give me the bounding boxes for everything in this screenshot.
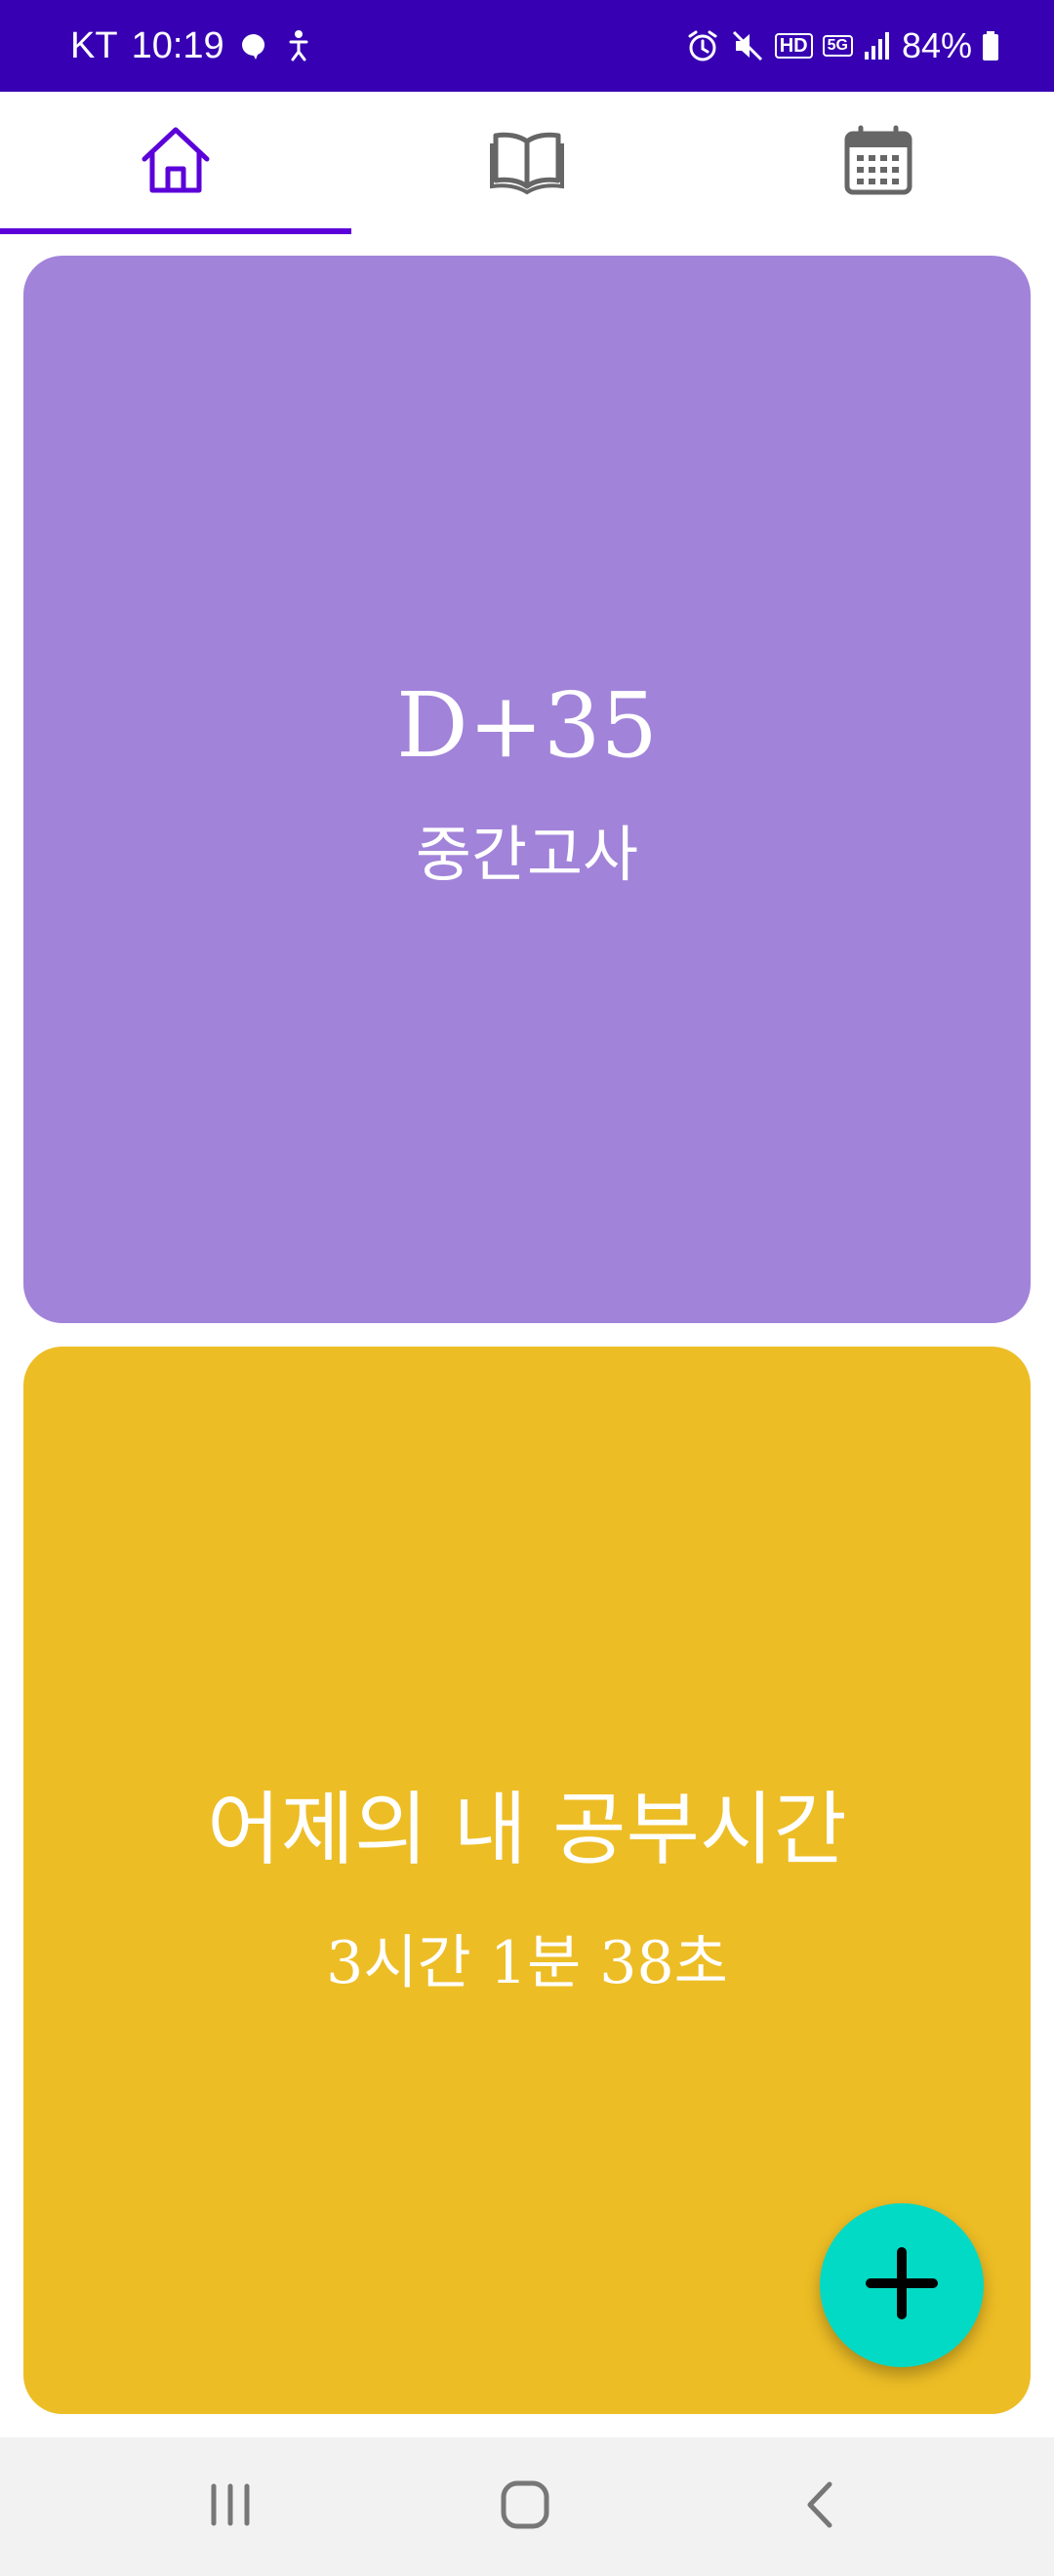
system-nav-bar [0,2437,1054,2576]
back-nav-button[interactable] [742,2437,898,2576]
tab-home[interactable] [0,92,351,234]
status-right: HD 5G 84% [685,0,999,92]
carrier-label: KT [70,24,118,66]
status-bar: KT 10:19 HD 5G 84% [0,0,1054,92]
battery-icon [982,30,999,61]
accessibility-icon [283,28,314,63]
battery-percent: 84% [901,25,972,65]
study-time-value: 3시간 1분 38초 [326,1929,728,1997]
recent-apps-button[interactable] [152,2437,308,2576]
alarm-icon [685,28,720,63]
home-button-icon [499,2478,551,2535]
calendar-icon [839,122,917,204]
messenger-icon [238,30,269,61]
dday-card[interactable]: D+35 중간고사 [23,256,1031,1323]
clock: 10:19 [131,24,224,66]
tab-bar [0,92,1054,234]
mute-icon [730,28,765,63]
study-time-title: 어제의 내 공부시간 [207,1784,847,1876]
tab-book[interactable] [351,92,703,234]
recent-apps-icon [206,2482,255,2531]
plus-icon [865,2246,939,2324]
tab-calendar[interactable] [703,92,1054,234]
book-icon [488,122,566,204]
back-icon [800,2478,839,2535]
network-5g-label: 5G [822,35,853,57]
signal-icon [863,30,892,61]
dday-count: D+35 [396,672,658,778]
home-nav-button[interactable] [447,2437,603,2576]
dday-event-name: 중간고사 [415,818,639,890]
home-icon [137,122,215,204]
add-fab-button[interactable] [820,2203,984,2367]
hd-badge: HD [774,33,813,59]
status-left: KT 10:19 [70,0,314,92]
tab-indicator [0,228,351,234]
